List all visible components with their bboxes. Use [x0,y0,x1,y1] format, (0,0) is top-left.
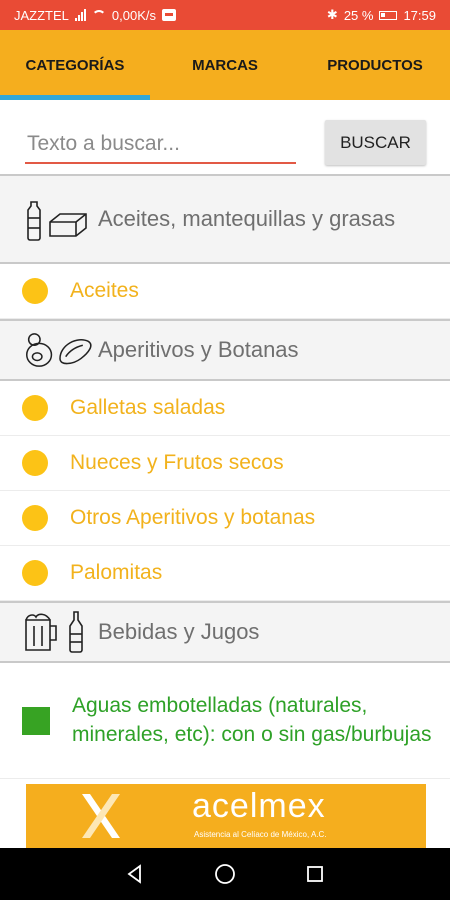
oil-butter-icon [0,196,98,242]
search-section: BUSCAR [0,100,450,174]
tab-label: MARCAS [192,56,258,74]
list-item-label: Galletas saladas [70,395,226,419]
acelmex-logo-icon [26,784,146,848]
yellow-dot-icon [22,450,48,476]
green-square-icon [22,706,50,735]
list-item[interactable]: Galletas saladas [0,381,450,436]
recents-icon[interactable] [303,862,327,886]
yellow-dot-icon [22,278,48,304]
notification-icon [162,9,176,21]
list-item[interactable]: Otros Aperitivos y botanas [0,491,450,546]
list-item[interactable]: Palomitas [0,546,450,601]
tab-categorias[interactable]: CATEGORÍAS [0,30,150,100]
category-header[interactable]: Aceites, mantequillas y grasas [0,174,450,264]
navigation-bar [0,848,450,900]
search-input[interactable] [25,126,296,164]
list-item-label: Aceites [70,278,139,302]
battery-percent: 25 % [343,7,374,23]
category-header[interactable]: Aperitivos y Botanas [0,319,450,381]
tab-label: CATEGORÍAS [25,56,125,74]
wifi-icon [91,10,106,20]
list-item[interactable]: Aguas embotelladas (naturales, minerales… [0,663,450,779]
banner-subtitle: Asistencia al Celíaco de México, A.C. [194,830,327,839]
yellow-dot-icon [22,505,48,531]
list-item-label: Nueces y Frutos secos [70,450,284,474]
battery-icon [379,10,398,20]
tab-marcas[interactable]: MARCAS [150,30,300,100]
search-button[interactable]: BUSCAR [325,120,426,165]
list-item-label: Aguas embotelladas (naturales, minerales… [72,694,432,746]
category-list: Aceites, mantequillas y grasas Aceites A… [0,174,450,779]
yellow-dot-icon [22,395,48,421]
snacks-icon [0,329,98,371]
tab-label: PRODUCTOS [327,56,423,74]
category-label: Aperitivos y Botanas [98,337,299,363]
home-icon[interactable] [213,862,237,886]
yellow-dot-icon [22,560,48,586]
list-item-label: Palomitas [70,560,163,584]
category-label: Bebidas y Jugos [98,619,260,645]
list-item[interactable]: Nueces y Frutos secos [0,436,450,491]
category-label: Aceites, mantequillas y grasas [98,206,396,232]
back-icon[interactable] [123,862,147,886]
network-speed: 0,00K/s [111,7,156,23]
acelmex-banner[interactable]: acelmex Asistencia al Celíaco de México,… [26,784,426,848]
tab-productos[interactable]: PRODUCTOS [300,30,450,100]
clock: 17:59 [403,7,436,23]
status-bar: JAZZTEL 0,00K/s ✱ 25 % 17:59 [0,0,450,30]
banner-brand: acelmex [192,787,326,825]
list-item[interactable]: Aceites [0,264,450,319]
list-item-label: Otros Aperitivos y botanas [70,505,316,529]
tab-bar: CATEGORÍAS MARCAS PRODUCTOS [0,30,450,100]
bluetooth-icon: ✱ [326,7,338,22]
category-header[interactable]: Bebidas y Jugos [0,601,450,663]
beverages-icon [0,610,98,654]
carrier-label: JAZZTEL [14,7,69,23]
signal-icon [74,9,86,21]
